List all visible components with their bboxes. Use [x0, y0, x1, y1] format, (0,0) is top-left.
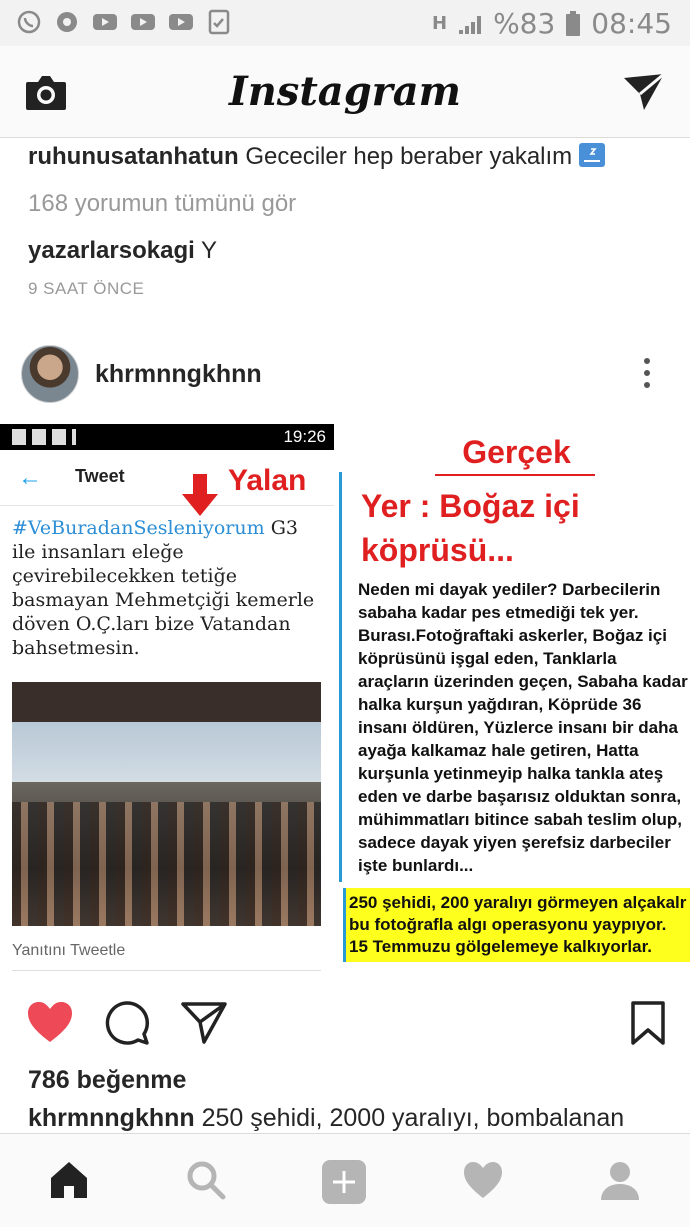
highlight-box: 250 şehidi, 200 yaralıyı görmeyen alçaka… — [343, 888, 690, 962]
tweet-photo — [12, 682, 321, 926]
search-icon[interactable] — [186, 1160, 226, 1200]
post-actions — [0, 992, 690, 1056]
view-all-comments-link[interactable]: 168 yorumun tümünü gör — [28, 190, 296, 218]
youtube-icon — [169, 14, 193, 30]
home-icon[interactable] — [48, 1160, 90, 1200]
whatsapp-icon — [17, 10, 41, 34]
youtube-icon — [93, 14, 117, 30]
battery-icon — [566, 10, 581, 36]
battery-percent: %83 — [493, 7, 556, 40]
tweet-reply-label: Yanıtını Tweetle — [12, 942, 126, 959]
system-status: H %83 08:45 — [432, 7, 672, 40]
youtube-icon — [131, 14, 155, 30]
post-header: khrmnngkhnn — [0, 340, 690, 416]
direct-send-icon[interactable] — [622, 72, 666, 112]
heading-underline — [435, 474, 595, 476]
tweet-status-bar: 19:26 — [0, 424, 334, 450]
red-down-arrow-icon — [182, 474, 218, 516]
caption-username[interactable]: khrmnngkhnn — [28, 1104, 195, 1132]
comment-username[interactable]: yazarlarsokagi — [28, 237, 195, 264]
bottom-navigation — [0, 1133, 690, 1227]
status-icons — [12, 429, 76, 445]
comment: yazarlarsokagi Y — [28, 237, 217, 265]
tweet-screenshot: 19:26 ← Tweet Yalan #VeBuradanSesleniyor… — [0, 424, 334, 984]
notification-icons — [16, 9, 232, 35]
clock: 08:45 — [591, 7, 672, 40]
yalan-label: Yalan — [228, 464, 307, 497]
caption-text: 250 şehidi, 2000 yaralıyı, bombalanan — [201, 1104, 625, 1132]
caption-username[interactable]: ruhunusatanhatun — [28, 143, 239, 170]
profile-icon[interactable] — [600, 1160, 640, 1202]
activity-icon[interactable] — [462, 1160, 504, 1200]
clipboard-icon — [208, 9, 230, 35]
tweet-text: #VeBuradanSesleniyorum G3 ile insanları … — [12, 516, 327, 660]
bookmark-icon[interactable] — [630, 1000, 666, 1046]
comment-icon[interactable] — [104, 1000, 150, 1046]
more-icon[interactable] — [644, 358, 650, 388]
back-arrow-icon: ← — [18, 464, 42, 491]
sleeping-emoji-icon — [578, 143, 605, 167]
signal-icon — [459, 15, 482, 34]
location-headline: Yer : Boğaz içi köprüsü... — [361, 488, 580, 568]
app-header: Instagram — [0, 46, 690, 138]
avatar[interactable] — [21, 345, 79, 403]
comment-text: Y — [201, 237, 218, 264]
share-icon[interactable] — [180, 1000, 228, 1044]
heart-icon[interactable] — [26, 1000, 74, 1044]
add-icon[interactable] — [321, 1160, 367, 1204]
chrome-icon — [57, 12, 77, 32]
like-count[interactable]: 786 beğenme — [28, 1066, 186, 1095]
divider — [12, 970, 321, 971]
gercek-panel: Gerçek Yer : Boğaz içi köprüsü... Neden … — [343, 424, 690, 984]
post-timestamp: 9 SAAT ÖNCE — [28, 279, 145, 298]
post-caption: khrmnngkhnn 250 şehidi, 2000 yaralıyı, b… — [28, 1104, 624, 1133]
caption-text: Gececiler hep beraber yakalım — [245, 143, 573, 170]
gercek-body: Neden mi dayak yediler? Darbecilerin sab… — [358, 580, 688, 875]
tweet-status-time: 19:26 — [283, 427, 326, 446]
hashtag: #VeBuradanSesleniyorum — [12, 517, 265, 539]
app-logo: Instagram — [229, 68, 461, 115]
network-type: H — [431, 13, 448, 34]
tweet-title: Tweet — [75, 466, 125, 486]
highlight-text: 250 şehidi, 200 yaralıyı görmeyen alçaka… — [349, 893, 687, 956]
post-image[interactable]: 19:26 ← Tweet Yalan #VeBuradanSesleniyor… — [0, 424, 690, 984]
status-bar: H %83 08:45 — [0, 0, 690, 46]
gercek-heading: Gerçek — [462, 434, 571, 470]
previous-post-caption: ruhunusatanhatun Gececiler hep beraber y… — [28, 143, 605, 171]
post-username[interactable]: khrmnngkhnn — [95, 360, 262, 389]
divider — [339, 472, 342, 882]
